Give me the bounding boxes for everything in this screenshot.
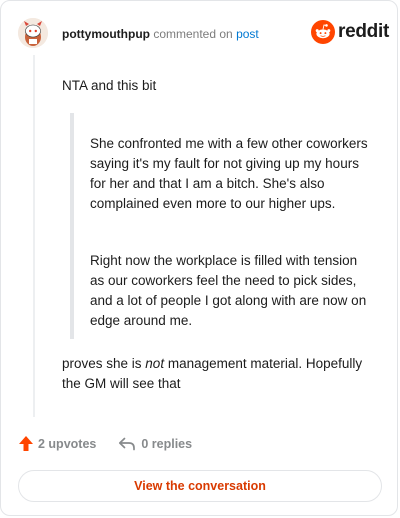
quote-paragraph: She confronted me with a few other cowor… bbox=[90, 136, 368, 211]
conclusion-text: proves she is bbox=[62, 356, 146, 371]
comment-conclusion: proves she is not management material. H… bbox=[62, 354, 372, 394]
action-text: commented on bbox=[153, 27, 233, 41]
snoo-avatar-icon bbox=[18, 18, 48, 48]
user-avatar[interactable] bbox=[18, 18, 48, 48]
quote-paragraph: Right now the workplace is filled with t… bbox=[90, 253, 367, 328]
reddit-snoo-icon bbox=[311, 20, 335, 44]
upvotes-count[interactable]: 2 upvotes bbox=[18, 435, 96, 452]
upvotes-label: 2 upvotes bbox=[38, 436, 97, 451]
comment-intro: NTA and this bit bbox=[62, 78, 157, 93]
thread-line[interactable] bbox=[33, 55, 35, 417]
upvote-arrow-icon bbox=[19, 436, 33, 451]
reddit-logo[interactable]: reddit bbox=[311, 20, 389, 44]
username-link[interactable]: pottymouthpup bbox=[62, 27, 150, 41]
comment-embed-card: pottymouthpup commented on post reddit N… bbox=[0, 0, 398, 516]
view-conversation-button[interactable]: View the conversation bbox=[18, 470, 382, 502]
reply-arrow-icon bbox=[119, 437, 136, 450]
emphasis-text: not bbox=[145, 356, 165, 371]
replies-label: 0 replies bbox=[141, 436, 193, 451]
blockquote-bar bbox=[70, 113, 74, 339]
post-link[interactable]: post bbox=[236, 27, 259, 41]
comment-footer: 2 upvotes 0 replies bbox=[18, 435, 192, 452]
reddit-wordmark: reddit bbox=[338, 21, 389, 42]
comment-header: pottymouthpup commented on post bbox=[62, 26, 259, 42]
replies-count[interactable]: 0 replies bbox=[118, 437, 192, 451]
